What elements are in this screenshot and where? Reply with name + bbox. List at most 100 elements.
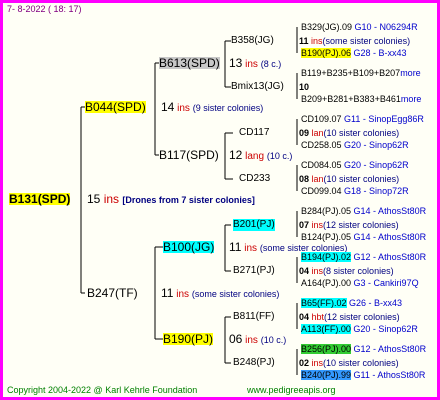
gen3-4-ins: 08 xyxy=(299,174,310,184)
gen3-4-note: (10 sister colonies) xyxy=(323,174,400,184)
gen2-c-ins-label: ins xyxy=(244,243,258,254)
gen3-3-ins: 09 xyxy=(299,128,310,138)
dam-ins-line: 11 ins (some sister colonies) xyxy=(161,287,279,301)
gen3-5-ins-line: 07 ins(12 sister colonies) xyxy=(299,219,399,231)
gen4-row-14[interactable]: A113(FF).00 G20 - Sinop62R xyxy=(301,323,418,335)
gen4-8-name: CD099.04 xyxy=(301,186,342,196)
gen4-7-info: G20 - Sinop62R xyxy=(344,160,409,170)
gen3-queen-7[interactable]: B811(FF) xyxy=(233,311,275,323)
dam-note: (some sister colonies) xyxy=(191,289,280,299)
dam-queen[interactable]: B247(TF) xyxy=(87,287,138,299)
gen2-queen-d[interactable]: B190(PJ) xyxy=(163,333,214,345)
sire-note: (9 sister colonies) xyxy=(192,103,264,113)
gen4-10-name: B124(PJ).05 xyxy=(301,232,352,242)
gen4-6-info: G20 - Sinop62R xyxy=(344,140,409,150)
gen3-queen-2[interactable]: Bmix13(JG) xyxy=(231,81,284,93)
gen4-row-13[interactable]: B65(FF).02 G26 - B-xx43 xyxy=(301,297,402,309)
gen3-4-ins-label: lan xyxy=(311,174,324,184)
gen4-2-name: B190(PJ).06 xyxy=(301,48,352,58)
gen3-1-ins: 11 xyxy=(299,36,309,46)
gen2-d-ins-label: ins xyxy=(245,335,258,346)
gen3-queen-1[interactable]: B358(JG) xyxy=(231,35,274,47)
gen3-6-ins: 04 xyxy=(299,266,310,276)
gen4-4-name: B209+B281+B383+B461 xyxy=(301,94,401,104)
gen3-queen-8[interactable]: B248(PJ) xyxy=(233,357,275,369)
gen2-queen-a[interactable]: B613(SPD) xyxy=(159,57,220,69)
gen3-queen-6[interactable]: B271(PJ) xyxy=(233,265,275,277)
root-ins-value: 15 xyxy=(87,192,101,206)
sire-ins-label: ins xyxy=(177,103,190,114)
gen3-queen-5[interactable]: B201(PJ) xyxy=(233,219,275,231)
root-ins-line: 15 ins [Drones from 7 sister colonies] xyxy=(87,193,255,206)
gen4-15-name: B256(PJ).00 xyxy=(301,344,352,354)
gen2-b-ins-value: 12 xyxy=(229,148,243,162)
gen4-12-name: A164(PJ).00 xyxy=(301,278,352,288)
gen3-2-ins-line: 10 xyxy=(299,81,309,93)
gen4-5-name: CD109.07 xyxy=(301,114,342,124)
gen4-15-info: G12 - AthosSt80R xyxy=(353,344,427,354)
gen3-5-ins-label: ins xyxy=(311,220,324,230)
gen4-14-info: G20 - Sinop62R xyxy=(353,324,418,334)
gen4-row-2[interactable]: B190(PJ).06 G28 - B-xx43 xyxy=(301,47,407,59)
gen3-4-ins-line: 08 lan(10 sister colonies) xyxy=(299,173,399,185)
gen3-queen-3[interactable]: CD117 xyxy=(239,127,269,139)
copyright-text: Copyright 2004-2022 @ Karl Kehrle Founda… xyxy=(7,385,198,395)
dam-ins-value: 11 xyxy=(161,286,174,300)
gen2-d-ins-line: 06 ins (10 c.) xyxy=(229,333,286,347)
gen3-8-note: (10 sister colonies) xyxy=(323,358,399,368)
gen4-9-info: G14 - AthosSt80R xyxy=(353,206,427,216)
gen4-row-4[interactable]: B209+B281+B383+B461more xyxy=(301,93,421,105)
gen2-a-ins-value: 13 xyxy=(229,56,243,70)
gen3-3-ins-label: lan xyxy=(311,128,324,138)
gen4-10-info: G14 - AthosSt80R xyxy=(353,232,427,242)
site-link[interactable]: www.pedigreeapis.org xyxy=(247,384,336,396)
gen2-queen-b[interactable]: B117(SPD) xyxy=(159,149,219,161)
gen3-queen-4[interactable]: CD233 xyxy=(239,173,270,185)
dam-ins-label: ins xyxy=(176,289,190,300)
sire-queen[interactable]: B044(SPD) xyxy=(85,101,146,113)
gen4-5-info: G11 - SinopEgg86R xyxy=(344,114,424,124)
gen2-a-note: (8 c.) xyxy=(260,59,282,69)
gen4-11-info: G12 - AthosSt80R xyxy=(353,252,427,262)
root-ins-label: ins xyxy=(103,192,120,206)
gen3-3-ins-line: 09 lan(10 sister colonies) xyxy=(299,127,399,139)
gen4-row-15[interactable]: B256(PJ).00 G12 - AthosSt80R xyxy=(301,343,426,355)
gen2-c-ins-value: 11 xyxy=(229,240,242,254)
gen4-row-11[interactable]: B194(PJ).02 G12 - AthosSt80R xyxy=(301,251,426,263)
gen4-row-16[interactable]: B240(PJ).99 G11 - AthosSt80R xyxy=(301,369,425,381)
gen4-7-name: CD084.05 xyxy=(301,160,342,170)
gen4-2-info: G28 - B-xx43 xyxy=(353,48,407,58)
gen3-7-ins: 04 xyxy=(299,312,310,322)
sire-ins-value: 14 xyxy=(161,100,175,114)
gen2-b-ins-line: 12 lang (10 c.) xyxy=(229,149,292,163)
root-note: [Drones from 7 sister colonies] xyxy=(122,195,255,205)
gen4-row-1[interactable]: B329(JG).09 G10 - N06294R xyxy=(301,21,418,33)
gen4-row-7[interactable]: CD084.05 G20 - Sinop62R xyxy=(301,159,409,171)
pedigree-frame: 7- 8-2022 ( 18: 17) Copyright 2004-2022 … xyxy=(0,0,440,400)
gen2-b-ins-label: lang xyxy=(245,151,265,162)
gen4-16-info: G11 - AthosSt80R xyxy=(353,370,426,380)
gen4-13-info: G26 - B-xx43 xyxy=(349,298,403,308)
gen4-row-12[interactable]: A164(PJ).00 G3 - Cankiri97Q xyxy=(301,277,419,289)
gen4-row-6[interactable]: CD258.05 G20 - Sinop62R xyxy=(301,139,409,151)
gen3-6-ins-line: 04 ins(8 sister colonies) xyxy=(299,265,394,277)
gen4-row-5[interactable]: CD109.07 G11 - SinopEgg86R xyxy=(301,113,424,125)
gen3-1-note: (some sister colonies) xyxy=(322,36,411,46)
gen4-13-name: B65(FF).02 xyxy=(301,298,347,308)
gen3-5-ins: 07 xyxy=(299,220,310,230)
gen4-8-info: G18 - Sinop72R xyxy=(344,186,409,196)
gen4-1-name: B329(JG).09 xyxy=(301,22,353,32)
gen2-b-note: (10 c.) xyxy=(266,151,293,161)
gen4-14-name: A113(FF).00 xyxy=(301,324,351,334)
gen3-8-ins-label: ins xyxy=(311,358,324,368)
gen3-1-ins-line: 11 ins(some sister colonies) xyxy=(299,35,410,47)
gen4-row-10[interactable]: B124(PJ).05 G14 - AthosSt80R xyxy=(301,231,426,243)
gen4-12-info: G3 - Cankiri97Q xyxy=(353,278,419,288)
gen4-row-3[interactable]: B119+B235+B109+B207more xyxy=(301,67,421,79)
gen4-9-name: B284(PJ).05 xyxy=(301,206,352,216)
gen2-queen-c[interactable]: B100(JG) xyxy=(163,241,215,253)
gen4-row-9[interactable]: B284(PJ).05 G14 - AthosSt80R xyxy=(301,205,426,217)
root-queen[interactable]: B131(SPD) xyxy=(9,193,71,205)
gen3-7-ins-label: hbt xyxy=(311,312,325,322)
gen4-row-8[interactable]: CD099.04 G18 - Sinop72R xyxy=(301,185,409,197)
